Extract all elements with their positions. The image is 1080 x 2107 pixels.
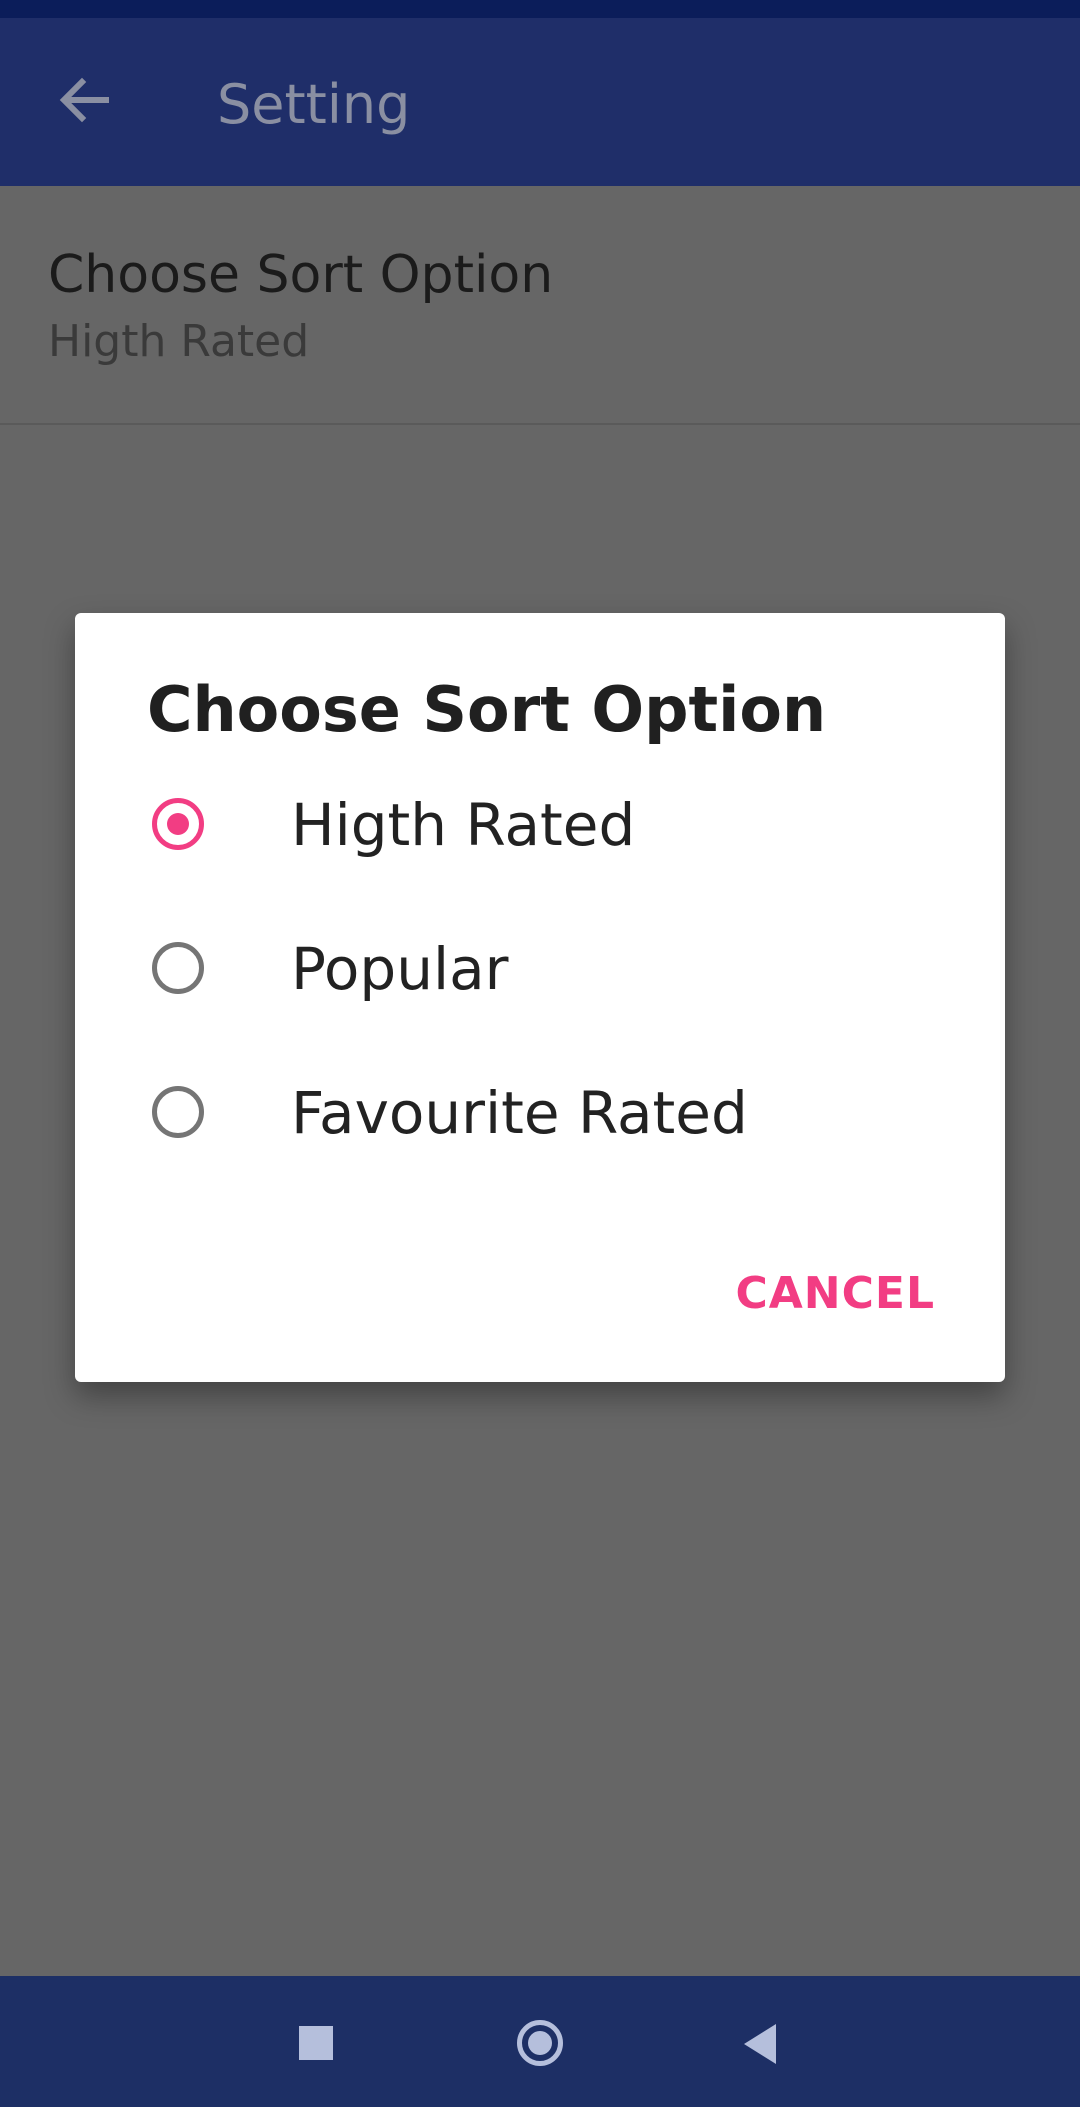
preference-item-sort[interactable] <box>0 186 1080 425</box>
square-icon[interactable] <box>299 2026 333 2060</box>
preference-summary: Higth Rated <box>48 316 310 367</box>
preference-title: Choose Sort Option <box>48 245 554 305</box>
status-bar <box>0 0 1080 18</box>
app-title: Setting <box>217 73 411 136</box>
option-label: Higth Rated <box>291 791 636 859</box>
triangle-back-icon[interactable] <box>744 2024 776 2064</box>
option-label: Favourite Rated <box>291 1079 748 1147</box>
sort-dialog: Choose Sort Option Higth Rated Popular F… <box>75 613 1005 1382</box>
option-label: Popular <box>291 935 509 1003</box>
app-bar <box>0 18 1080 186</box>
option-high-rated[interactable]: Higth Rated <box>75 755 1005 899</box>
circle-icon[interactable] <box>517 2020 563 2066</box>
arrow-back-icon[interactable] <box>54 70 114 130</box>
cancel-button[interactable]: CANCEL <box>735 1268 935 1319</box>
option-popular[interactable]: Popular <box>75 899 1005 1043</box>
radio-unchecked-icon[interactable] <box>152 942 204 994</box>
dialog-title: Choose Sort Option <box>147 673 827 746</box>
radio-checked-icon[interactable] <box>152 798 204 850</box>
radio-unchecked-icon[interactable] <box>152 1086 204 1138</box>
option-favourite-rated[interactable]: Favourite Rated <box>75 1043 1005 1187</box>
